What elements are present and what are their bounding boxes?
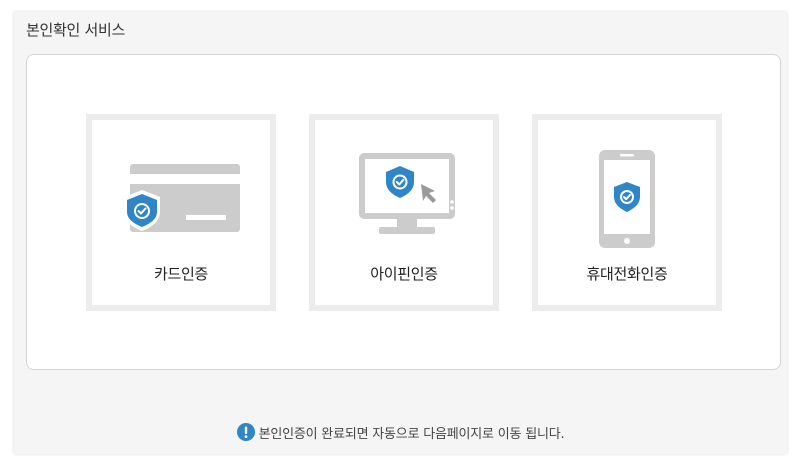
smartphone-icon — [599, 150, 655, 248]
info-icon — [236, 423, 255, 441]
credit-card-icon — [124, 164, 240, 232]
identity-verification-panel: 본인확인 서비스 카드인증 아이핀인증 휴대전화인증 본인인증이 완료되면 자동… — [14, 12, 787, 454]
card-verification-button[interactable]: 카드인증 — [86, 114, 276, 311]
panel-title: 본인확인 서비스 — [26, 21, 125, 39]
card-verification-label: 카드인증 — [153, 265, 208, 283]
verification-options-box: 카드인증 아이핀인증 휴대전화인증 — [26, 54, 781, 370]
phone-verification-label: 휴대전화인증 — [586, 265, 668, 283]
redirect-notice: 본인인증이 완료되면 자동으로 다음페이지로 이동 됩니다. — [14, 423, 787, 442]
redirect-notice-text: 본인인증이 완료되면 자동으로 다음페이지로 이동 됩니다. — [258, 427, 565, 442]
phone-verification-button[interactable]: 휴대전화인증 — [532, 114, 722, 311]
monitor-icon — [359, 153, 455, 234]
ipin-verification-button[interactable]: 아이핀인증 — [309, 114, 499, 311]
ipin-verification-label: 아이핀인증 — [370, 265, 438, 283]
